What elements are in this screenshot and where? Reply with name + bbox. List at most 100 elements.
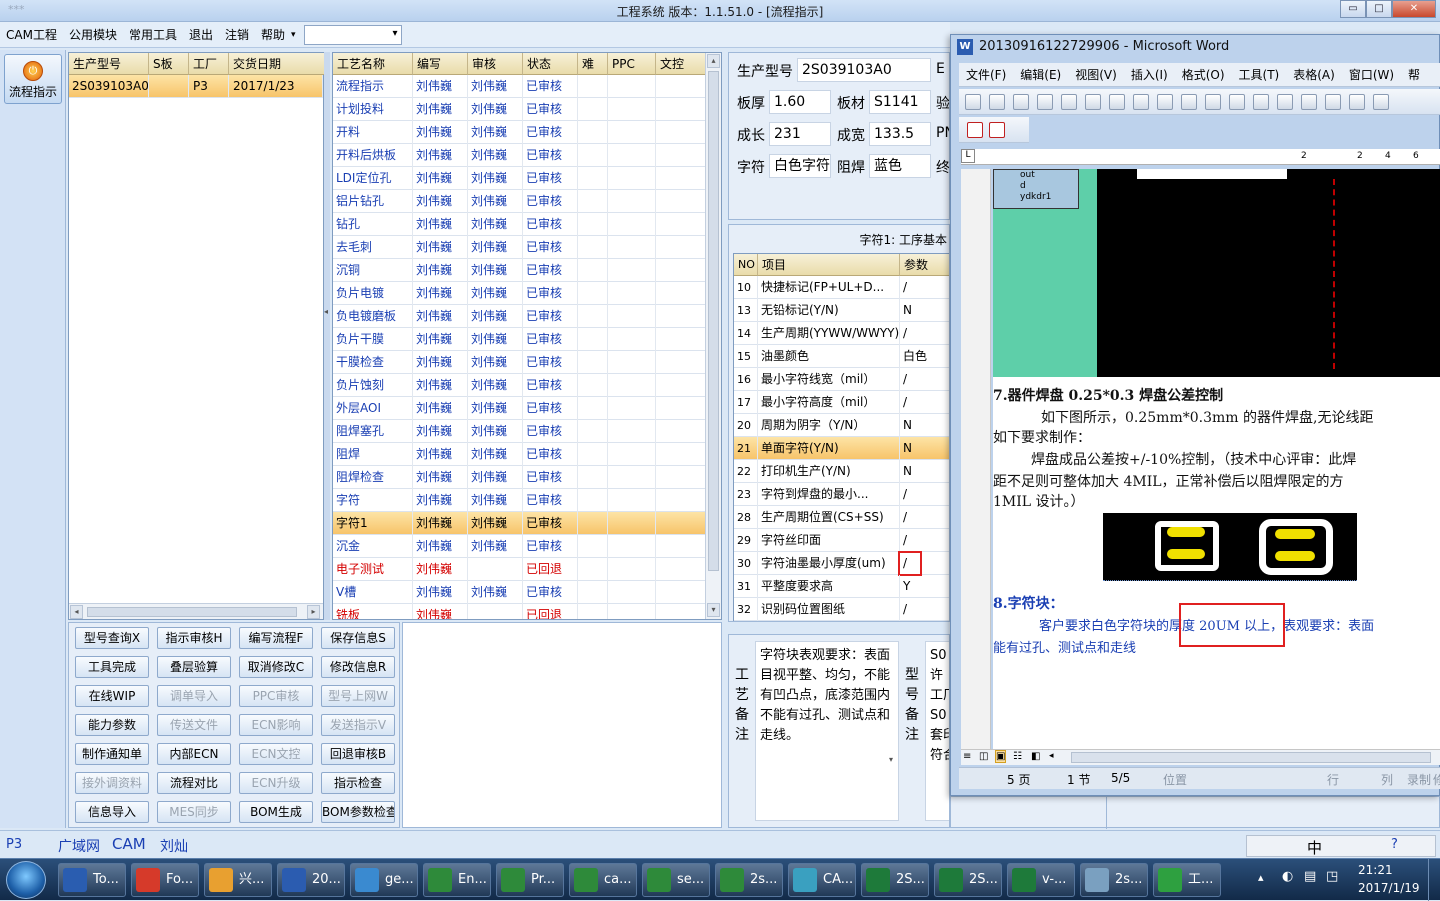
taskbar-button[interactable]: 20... <box>277 863 345 897</box>
tab-stop-icon[interactable]: L <box>961 149 975 163</box>
close-icon[interactable]: ✕ <box>1392 0 1436 18</box>
orders-hscroll-thumb[interactable] <box>87 607 297 617</box>
action-button[interactable]: 在线WIP <box>75 685 149 707</box>
tray-app-icon[interactable]: ◐ <box>1282 869 1293 884</box>
word-menu-window[interactable]: 窗口(W) <box>1342 62 1401 88</box>
scroll-left-icon[interactable]: ◂ <box>1049 751 1054 761</box>
table-row[interactable]: 外层AOI 刘伟巍 刘伟巍 已审核 <box>333 397 706 420</box>
char-field[interactable]: 白色字符 <box>769 154 831 178</box>
tables-icon[interactable] <box>1373 94 1389 110</box>
process-header-difficulty[interactable]: 难 <box>578 53 608 75</box>
word-hscroll-thumb[interactable] <box>1071 752 1431 763</box>
network-icon[interactable]: ▤ <box>1304 869 1316 884</box>
process-note-text[interactable]: 字符块表观要求：表面目视平整、均匀，不能有凹凸点，底漆范围内不能有过孔、测试点和… <box>755 641 899 821</box>
flow-indicator-button[interactable]: ⏻ 流程指示 <box>4 54 62 104</box>
menu-overflow-icon[interactable]: ▾ <box>291 22 296 48</box>
table-row[interactable]: 开料 刘伟巍 刘伟巍 已审核 <box>333 121 706 144</box>
table-row[interactable]: 17 最小字符高度（mil） / <box>734 391 949 414</box>
process-header-status[interactable]: 状态 <box>523 53 578 75</box>
taskbar-button[interactable]: 兴... <box>204 863 272 897</box>
process-vscroll-thumb[interactable] <box>708 71 719 571</box>
action-button[interactable]: ECN影响 <box>239 714 313 736</box>
paste-icon[interactable] <box>1253 94 1269 110</box>
scroll-left-icon[interactable]: ◂ <box>70 605 83 619</box>
action-button[interactable]: 发送指示V <box>321 714 395 736</box>
table-row[interactable]: 13 无铅标记(Y/N) N <box>734 299 949 322</box>
help-icon[interactable]: ? <box>1391 837 1398 852</box>
note-scroll-down-icon[interactable]: ▾ <box>885 755 897 815</box>
params-header-item[interactable]: 项目 <box>758 254 900 276</box>
splitter[interactable]: ◂ <box>324 52 330 620</box>
menu-logout[interactable]: 注销 <box>219 22 255 48</box>
word-menu-edit[interactable]: 编辑(E) <box>1013 62 1068 88</box>
undo-icon[interactable] <box>1301 94 1317 110</box>
table-row[interactable]: 字符 刘伟巍 刘伟巍 已审核 <box>333 489 706 512</box>
taskbar-button[interactable]: 工... <box>1153 863 1221 897</box>
menu-exit[interactable]: 退出 <box>183 22 219 48</box>
orders-header-model[interactable]: 生产型号 <box>69 53 149 75</box>
print-view-icon[interactable]: ▣ <box>995 750 1007 763</box>
action-button[interactable]: 接外调资料 <box>75 772 149 794</box>
table-row[interactable]: 15 油墨颜色 白色 <box>734 345 949 368</box>
table-row[interactable]: 32 识别码位置图纸 / <box>734 598 949 621</box>
taskbar-button[interactable]: ge... <box>350 863 418 897</box>
table-row[interactable]: 30 字符油墨最小厚度(um) / <box>734 551 949 576</box>
thickness-field[interactable]: 1.60 <box>769 90 831 114</box>
clock-time[interactable]: 21:21 <box>1358 863 1393 877</box>
word-menu-tools[interactable]: 工具(T) <box>1232 62 1287 88</box>
print-icon[interactable] <box>1085 94 1101 110</box>
word-menu-file[interactable]: 文件(F) <box>959 62 1013 88</box>
table-row[interactable]: 阻焊检查 刘伟巍 刘伟巍 已审核 <box>333 466 706 489</box>
word-hscrollbar[interactable]: ≡ ◫ ▣ ☷ ◧ ◂ <box>961 749 1440 765</box>
table-row[interactable]: 10 快捷标记(FP+UL+D... / <box>734 276 949 299</box>
action-button[interactable]: 叠层验算 <box>157 656 231 678</box>
table-row[interactable]: 负片干膜 刘伟巍 刘伟巍 已审核 <box>333 328 706 351</box>
table-row[interactable]: 23 字符到焊盘的最小... / <box>734 483 949 506</box>
normal-view-icon[interactable]: ≡ <box>963 751 971 762</box>
menu-cam[interactable]: CAM工程 <box>0 22 63 48</box>
table-row[interactable]: 钻孔 刘伟巍 刘伟巍 已审核 <box>333 213 706 236</box>
menu-common-tools[interactable]: 常用工具 <box>123 22 183 48</box>
action-button[interactable]: 能力参数 <box>75 714 149 736</box>
maximize-icon[interactable]: □ <box>1366 0 1392 18</box>
web-view-icon[interactable]: ◫ <box>979 751 988 762</box>
orders-header-factory[interactable]: 工厂 <box>189 53 229 75</box>
pdf-icon[interactable] <box>967 122 983 138</box>
table-row[interactable]: 31 平整度要求高 Y <box>734 575 949 598</box>
action-button[interactable]: 传送文件 <box>157 714 231 736</box>
word-document-page[interactable]: out d ydkdr1 7.器件焊盘 0.25*0.3 焊盘公差控制 如下图所… <box>993 169 1440 749</box>
process-header-ppc[interactable]: PPC <box>608 53 656 75</box>
table-row[interactable]: 负片电镀 刘伟巍 刘伟巍 已审核 <box>333 282 706 305</box>
table-row[interactable]: 16 最小字符线宽（mil） / <box>734 368 949 391</box>
action-button[interactable]: 指示检查 <box>321 772 395 794</box>
scroll-down-icon[interactable]: ▾ <box>707 603 720 617</box>
outline-view-icon[interactable]: ☷ <box>1013 751 1022 762</box>
action-button[interactable]: ECN升级 <box>239 772 313 794</box>
taskbar-button[interactable]: 2s... <box>1080 863 1148 897</box>
action-button[interactable]: 保存信息S <box>321 627 395 649</box>
word-menu-help[interactable]: 帮 <box>1401 62 1427 88</box>
table-row[interactable]: 负电镀磨板 刘伟巍 刘伟巍 已审核 <box>333 305 706 328</box>
action-button[interactable]: 回退审核B <box>321 743 395 765</box>
word-menu-view[interactable]: 视图(V) <box>1068 62 1124 88</box>
table-row[interactable]: 阻焊 刘伟巍 刘伟巍 已审核 <box>333 443 706 466</box>
table-row[interactable]: 28 生产周期位置(CS+SS) / <box>734 506 949 529</box>
action-button[interactable]: 内部ECN <box>157 743 231 765</box>
table-row[interactable]: 电子测试 刘伟巍 已回退 <box>333 558 706 581</box>
taskbar-button[interactable]: To... <box>58 863 126 897</box>
model-note-text[interactable]: S0 许 工厂 S0 套印 符合 <box>925 641 949 821</box>
word-menu-insert[interactable]: 插入(I) <box>1124 62 1175 88</box>
process-header-reviewer[interactable]: 审核 <box>468 53 523 75</box>
hyperlink-icon[interactable] <box>1349 94 1365 110</box>
clock-date[interactable]: 2017/1/19 <box>1358 881 1420 895</box>
taskbar-button[interactable]: se... <box>642 863 710 897</box>
show-desktop-button[interactable] <box>1428 859 1440 901</box>
taskbar-button[interactable]: Pr... <box>496 863 564 897</box>
word-menu-format[interactable]: 格式(O) <box>1175 62 1232 88</box>
menu-help[interactable]: 帮助 <box>255 22 291 48</box>
table-row[interactable]: LDI定位孔 刘伟巍 刘伟巍 已审核 <box>333 167 706 190</box>
permission-icon[interactable] <box>1037 94 1053 110</box>
params-header-value[interactable]: 参数 <box>900 254 949 276</box>
copy-icon[interactable] <box>1229 94 1245 110</box>
start-button[interactable] <box>6 861 46 899</box>
